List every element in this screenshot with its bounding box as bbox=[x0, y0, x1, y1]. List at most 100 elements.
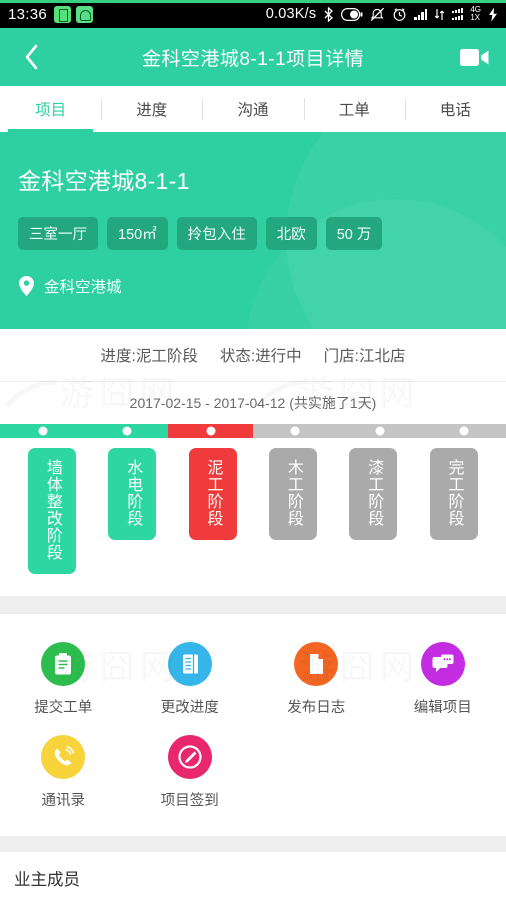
back-button[interactable] bbox=[14, 40, 48, 74]
bluetooth-icon bbox=[323, 6, 334, 22]
project-store-info: 门店:江北店 bbox=[323, 348, 406, 365]
tab-bar: 项目 进度 沟通 工单 电话 bbox=[0, 86, 506, 132]
progress-section: 游囧网 游囧网 墙体整改阶段 水电阶段 泥工阶段 木工阶段 漆工阶段 完工阶段 bbox=[0, 424, 506, 596]
chevron-left-icon bbox=[25, 44, 38, 70]
action-label: 编辑项目 bbox=[413, 700, 472, 716]
action-label: 通讯录 bbox=[41, 793, 86, 809]
section-divider bbox=[0, 836, 506, 852]
project-date-range: 2017-02-15 - 2017-04-12 (共实施了1天) bbox=[0, 382, 506, 424]
progress-segment[interactable] bbox=[85, 424, 168, 438]
action-contacts[interactable]: 通讯录 bbox=[0, 729, 127, 822]
tab-label: 电话 bbox=[439, 102, 471, 119]
action-edit-project[interactable]: 编辑项目 bbox=[380, 636, 506, 729]
network-type-label: 4G 1X bbox=[470, 5, 481, 23]
app-root: 13:36 0.03K/s 4G 1X 金科空港城8-1-1项目详情 项目 进度… bbox=[0, 0, 506, 900]
stage-card-plumbing-electrical[interactable]: 水电阶段 bbox=[108, 448, 157, 540]
chat-bubble-icon bbox=[420, 642, 465, 686]
stage-card-carpentry[interactable]: 木工阶段 bbox=[269, 448, 318, 540]
status-bar: 13:36 0.03K/s 4G 1X bbox=[0, 0, 506, 28]
tab-label: 进度 bbox=[136, 102, 168, 119]
phone-icon bbox=[41, 735, 86, 779]
stage-cell: 漆工阶段 bbox=[333, 448, 413, 540]
progress-dot bbox=[38, 426, 47, 436]
stage-card-wall-renovation[interactable]: 墙体整改阶段 bbox=[28, 448, 77, 574]
progress-segment[interactable] bbox=[253, 424, 337, 438]
stage-cell: 完工阶段 bbox=[414, 448, 494, 540]
dual-signal-icon bbox=[452, 8, 464, 20]
battery-icon bbox=[341, 7, 363, 21]
status-bar-right-cluster: 0.03K/s 4G 1X bbox=[265, 5, 498, 23]
action-placeholder bbox=[380, 729, 506, 822]
action-project-checkin[interactable]: 项目签到 bbox=[127, 729, 254, 822]
project-hero: 金科空港城8-1-1 三室一厅 150㎡ 拎包入住 北欧 50 万 金科空港城 bbox=[0, 132, 506, 329]
project-tag-list: 三室一厅 150㎡ 拎包入住 北欧 50 万 bbox=[18, 217, 488, 250]
progress-segment[interactable] bbox=[337, 424, 422, 438]
action-label: 发布日志 bbox=[287, 700, 346, 716]
pen-circle-icon bbox=[167, 735, 212, 779]
network-type-1x: 1X bbox=[470, 13, 481, 22]
stage-card-painting[interactable]: 漆工阶段 bbox=[349, 448, 398, 540]
stage-cell: 水电阶段 bbox=[92, 448, 172, 540]
document-icon bbox=[294, 642, 339, 686]
status-bar-network-speed: 0.03K/s bbox=[265, 6, 317, 22]
progress-segment[interactable] bbox=[0, 424, 85, 438]
action-row: 通讯录 项目签到 bbox=[0, 729, 506, 822]
battery-app-icon bbox=[54, 5, 72, 23]
progress-dot bbox=[459, 426, 469, 436]
action-label: 更改进度 bbox=[160, 700, 219, 716]
project-tag: 50 万 bbox=[325, 217, 383, 250]
tab-label: 沟通 bbox=[237, 102, 269, 119]
robot-app-icon bbox=[76, 5, 94, 23]
stage-list: 墙体整改阶段 水电阶段 泥工阶段 木工阶段 漆工阶段 完工阶段 bbox=[0, 438, 506, 574]
progress-dot bbox=[290, 426, 300, 436]
data-transfer-icon bbox=[434, 8, 445, 21]
alarm-icon bbox=[392, 7, 407, 22]
progress-dot bbox=[206, 426, 215, 436]
project-progress-info: 进度:泥工阶段 bbox=[100, 348, 198, 365]
tab-label: 项目 bbox=[35, 102, 67, 119]
tab-communication[interactable]: 沟通 bbox=[202, 86, 303, 132]
project-location: 金科空港城 bbox=[18, 275, 488, 297]
progress-segment[interactable] bbox=[168, 424, 253, 438]
tab-project[interactable]: 项目 bbox=[0, 86, 101, 132]
project-tag: 150㎡ bbox=[107, 217, 168, 250]
tab-progress[interactable]: 进度 bbox=[101, 86, 202, 132]
section-divider bbox=[0, 596, 506, 614]
tab-label: 工单 bbox=[338, 102, 370, 119]
mute-icon bbox=[370, 7, 385, 22]
stage-cell: 泥工阶段 bbox=[173, 448, 253, 540]
action-change-progress[interactable]: 更改进度 bbox=[127, 636, 254, 729]
progress-dot bbox=[122, 426, 131, 436]
stage-card-masonry[interactable]: 泥工阶段 bbox=[188, 448, 237, 540]
action-publish-log[interactable]: 发布日志 bbox=[253, 636, 380, 729]
video-call-button[interactable] bbox=[458, 40, 492, 74]
signal-icon bbox=[414, 8, 428, 20]
progress-segment[interactable] bbox=[422, 424, 506, 438]
stage-card-completion[interactable]: 完工阶段 bbox=[429, 448, 478, 540]
notebook-icon bbox=[167, 642, 212, 686]
video-camera-icon bbox=[460, 48, 489, 66]
nav-bar: 金科空港城8-1-1项目详情 bbox=[0, 28, 506, 86]
progress-bar[interactable] bbox=[0, 424, 506, 438]
action-placeholder bbox=[253, 729, 380, 822]
tab-workorder[interactable]: 工单 bbox=[303, 86, 405, 132]
stage-cell: 墙体整改阶段 bbox=[12, 448, 92, 574]
clipboard-icon bbox=[41, 642, 86, 686]
charging-bolt-icon bbox=[488, 7, 498, 22]
action-row: 提交工单 更改进度 发布日志 编辑项目 bbox=[0, 636, 506, 729]
project-location-label: 金科空港城 bbox=[44, 279, 122, 296]
status-bar-accent-line bbox=[0, 0, 506, 3]
tab-phone[interactable]: 电话 bbox=[404, 86, 506, 132]
action-label: 项目签到 bbox=[160, 793, 219, 809]
project-tag: 北欧 bbox=[265, 217, 317, 250]
owner-member-title: 业主成员 bbox=[14, 871, 80, 889]
page-title: 金科空港城8-1-1项目详情 bbox=[141, 48, 365, 70]
project-tag: 三室一厅 bbox=[18, 217, 98, 250]
status-bar-time: 13:36 bbox=[8, 5, 48, 23]
project-tag: 拎包入住 bbox=[176, 217, 257, 250]
owner-member-section[interactable]: 业主成员 bbox=[0, 852, 506, 900]
action-grid: 游囧网 游囧网 提交工单 更改进度 发布日志 bbox=[0, 614, 506, 836]
progress-dot bbox=[375, 426, 384, 436]
action-label: 提交工单 bbox=[34, 700, 93, 716]
action-submit-workorder[interactable]: 提交工单 bbox=[0, 636, 127, 729]
